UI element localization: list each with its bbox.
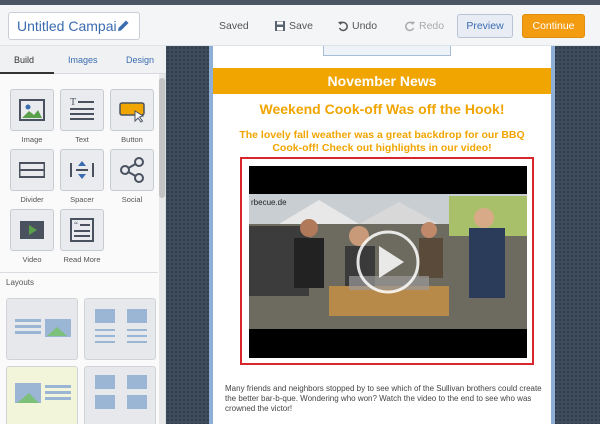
spacer-icon [70, 161, 94, 179]
video-block[interactable] [10, 209, 54, 251]
top-toolbar: Untitled Campai Saved Save Undo Redo Pre… [0, 0, 600, 46]
tab-build[interactable]: Build [14, 55, 34, 65]
campaign-title-field[interactable]: Untitled Campai [8, 12, 140, 40]
layouts-heading: Layouts [6, 278, 35, 287]
redo-icon [405, 21, 415, 32]
email-body-paragraph[interactable]: Many friends and neighbors stopped by to… [225, 384, 551, 414]
panel-scrollbar[interactable] [159, 74, 165, 424]
social-block[interactable] [110, 149, 154, 191]
redo-label: Redo [419, 20, 445, 32]
selected-video-block[interactable]: rbecue.de [240, 157, 534, 365]
spacer-block[interactable] [60, 149, 104, 191]
text-icon: T [70, 97, 94, 120]
build-panel: Build Images Design Image T Text Button … [0, 46, 166, 424]
button-block[interactable] [110, 89, 154, 131]
save-label: Save [289, 20, 313, 32]
video-icon [20, 221, 44, 239]
share-icon [120, 157, 144, 183]
svg-text:“: “ [74, 220, 78, 230]
redo-button[interactable]: Redo [404, 20, 444, 32]
layout-image-text[interactable] [6, 366, 78, 424]
text-block[interactable]: T [60, 89, 104, 131]
undo-icon [338, 21, 348, 32]
tab-design[interactable]: Design [126, 55, 154, 65]
text-block-label: Text [75, 135, 89, 144]
banner-sign-text: rbecue.de [251, 198, 287, 207]
layout-text-image[interactable] [6, 298, 78, 360]
save-button[interactable]: Save [274, 20, 313, 32]
layout-preview-icon [95, 309, 147, 343]
campaign-title-text: Untitled Campai [17, 18, 117, 34]
undo-button[interactable]: Undo [337, 20, 377, 32]
image-icon [19, 99, 45, 121]
read-more-block-label: Read More [63, 255, 101, 264]
layout-preview-icon [15, 383, 71, 403]
saved-status: Saved [219, 20, 249, 32]
layout-two-column[interactable] [84, 298, 156, 360]
panel-scroll-thumb[interactable] [159, 78, 165, 198]
button-icon [119, 102, 145, 123]
divider-icon [19, 162, 45, 178]
panel-tabs: Build Images Design [0, 46, 166, 74]
email-headline[interactable]: Weekend Cook-off Was off the Hook! [213, 101, 551, 117]
image-block[interactable] [10, 89, 54, 131]
read-more-block[interactable]: “ [60, 209, 104, 251]
top-strip [0, 0, 600, 5]
pencil-icon[interactable] [115, 18, 131, 34]
active-tab-indicator [0, 72, 54, 74]
save-icon [275, 21, 285, 31]
social-block-label: Social [121, 195, 143, 204]
newsletter-banner[interactable]: November News [213, 68, 551, 94]
divider-block-label: Divider [20, 195, 44, 204]
video-block-label: Video [22, 255, 42, 264]
image-block-label: Image [21, 135, 43, 144]
read-more-icon: “ [70, 218, 94, 242]
undo-label: Undo [352, 20, 378, 32]
svg-text:T: T [70, 97, 76, 108]
layout-preview-icon [95, 375, 147, 409]
editor-canvas: November News Weekend Cook-off Was off t… [166, 46, 600, 424]
email-body: November News Weekend Cook-off Was off t… [209, 46, 555, 424]
saved-status-text: Saved [219, 20, 249, 32]
previous-block-edge[interactable] [323, 46, 451, 56]
video-thumbnail[interactable]: rbecue.de [249, 166, 527, 358]
tab-images[interactable]: Images [68, 55, 98, 65]
divider-block[interactable] [10, 149, 54, 191]
spacer-block-label: Spacer [70, 195, 94, 204]
video-photo: rbecue.de [249, 166, 527, 358]
layout-image-grid[interactable] [84, 366, 156, 424]
email-subheading[interactable]: The lovely fall weather was a great back… [225, 129, 539, 155]
button-block-label: Button [121, 135, 143, 144]
layout-preview-icon [15, 319, 71, 337]
continue-button[interactable]: Continue [522, 14, 585, 38]
layouts-divider [0, 272, 158, 273]
preview-button[interactable]: Preview [457, 14, 513, 38]
